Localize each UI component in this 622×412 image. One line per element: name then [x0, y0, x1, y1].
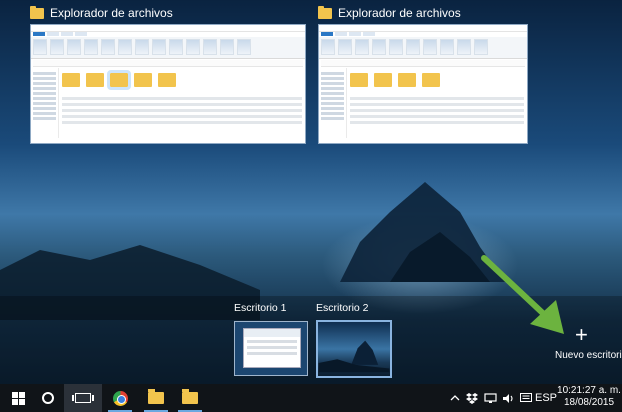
- new-desktop-label: Nuevo escritorio: [555, 350, 622, 361]
- start-button[interactable]: [0, 384, 36, 412]
- windows-logo-icon: [11, 391, 25, 405]
- window-title-2[interactable]: Explorador de archivos: [318, 2, 461, 24]
- dropbox-tray-button[interactable]: [464, 384, 480, 412]
- dropbox-icon: [466, 392, 478, 404]
- window-title-1[interactable]: Explorador de archivos: [30, 2, 173, 24]
- thumbnail-titlebar: [319, 25, 527, 32]
- chrome-taskbar-button[interactable]: [104, 384, 136, 412]
- file-explorer-icon: [148, 389, 164, 404]
- file-explorer-icon: [182, 389, 198, 404]
- language-label: ESP: [535, 392, 558, 404]
- wallpaper-preview: [318, 340, 390, 373]
- task-view-button[interactable]: [64, 384, 102, 412]
- thumbnail-address-bar: [321, 60, 525, 67]
- file-explorer-taskbar-button-2[interactable]: [174, 384, 206, 412]
- cortana-button[interactable]: [32, 384, 64, 412]
- thumbnail-content: [347, 68, 527, 138]
- thumbnail-nav-pane: [31, 68, 59, 138]
- folder-icon: [30, 5, 44, 19]
- window-title-text: Explorador de archivos: [338, 6, 461, 20]
- thumbnail-ribbon: [319, 37, 527, 59]
- plus-icon: +: [575, 322, 588, 347]
- show-hidden-icons-button[interactable]: [448, 384, 462, 412]
- desktop-label: Escritorio 1: [234, 302, 287, 314]
- chevron-up-icon: [450, 395, 460, 401]
- taskbar: ESP 10:21:27 a. m. 18/08/2015: [0, 384, 622, 412]
- clock-date: 18/08/2015: [563, 397, 615, 408]
- desktop-label: Escritorio 2: [316, 302, 369, 314]
- volume-tray-button[interactable]: [500, 384, 516, 412]
- network-icon: [483, 392, 497, 403]
- desktop-2[interactable]: Escritorio 2: [316, 302, 394, 380]
- window-thumbnail-1[interactable]: [30, 24, 306, 144]
- cortana-icon: [42, 392, 54, 404]
- window-title-text: Explorador de archivos: [50, 6, 173, 20]
- desktop-1-thumbnail[interactable]: [234, 321, 308, 376]
- task-view-icon: [72, 393, 94, 403]
- desktop-2-thumbnail[interactable]: [316, 320, 392, 378]
- thumbnail-ribbon: [31, 37, 305, 59]
- thumbnail-titlebar: [31, 25, 305, 32]
- desktop-1[interactable]: Escritorio 1: [234, 302, 310, 380]
- notifications-tray-button[interactable]: [518, 384, 534, 412]
- input-language-button[interactable]: ESP: [535, 384, 558, 412]
- action-center-icon: [520, 392, 532, 402]
- thumbnail-address-bar: [33, 60, 303, 67]
- thumbnail-content: [59, 68, 305, 138]
- thumbnail-nav-pane: [319, 68, 347, 138]
- clock-time: 10:21:27 a. m.: [557, 385, 621, 396]
- chrome-icon: [112, 390, 128, 406]
- new-desktop-button[interactable]: + Nuevo escritorio: [553, 322, 622, 364]
- volume-icon: [502, 393, 513, 403]
- network-tray-button[interactable]: [482, 384, 498, 412]
- window-thumbnail-2[interactable]: [318, 24, 528, 144]
- taskbar-clock[interactable]: 10:21:27 a. m. 18/08/2015: [556, 385, 622, 411]
- folder-icon: [318, 5, 332, 19]
- file-explorer-taskbar-button[interactable]: [140, 384, 172, 412]
